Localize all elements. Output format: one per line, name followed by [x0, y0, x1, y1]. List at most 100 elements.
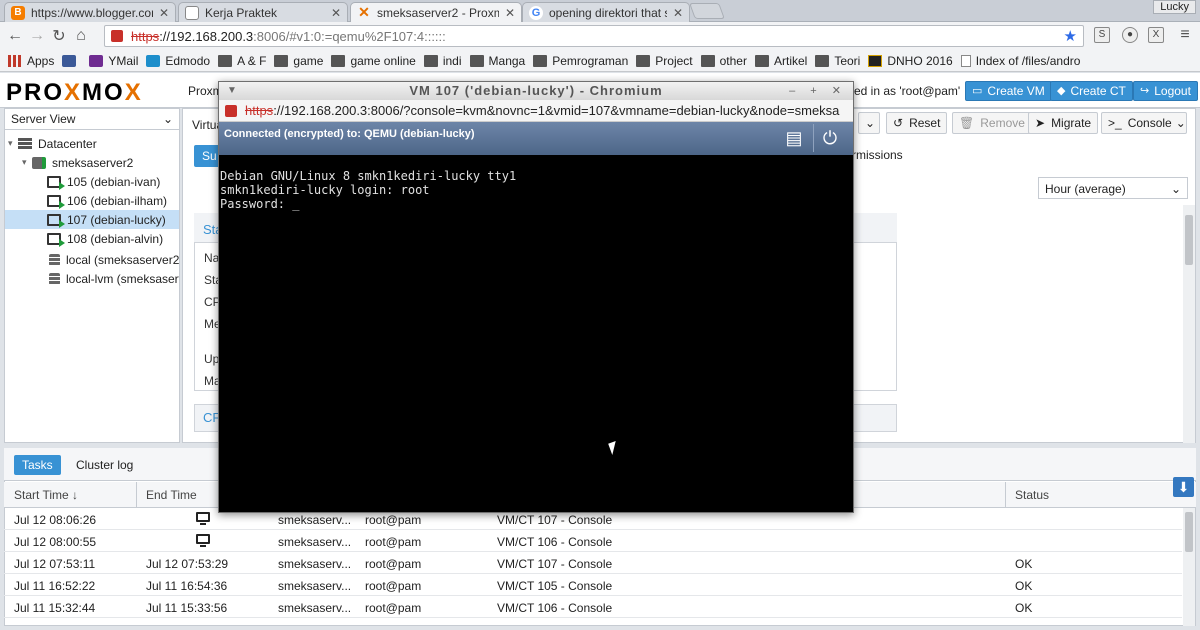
arrow-down-icon: ⬇: [1177, 479, 1190, 495]
scrollbar-thumb[interactable]: [1185, 512, 1193, 552]
chevron-down-icon: ⌄: [1175, 116, 1186, 130]
tab-title: opening direktori that sh: [549, 5, 667, 20]
table-row[interactable]: Jul 11 15:32:44 Jul 11 15:33:56 smeksaserv…: [4, 596, 1182, 618]
terminal-line: Password: _: [220, 197, 300, 211]
console-window[interactable]: VM 107 ('debian-lucky') - Chromium ▼ – +…: [218, 81, 854, 513]
folder-icon: [533, 54, 548, 67]
terminal-icon: >_: [1108, 116, 1122, 130]
content-scrollbar[interactable]: [1183, 205, 1195, 443]
bookmark-dnho[interactable]: DNHO 2016: [868, 54, 953, 68]
bookmark-folder[interactable]: Artikel: [754, 54, 807, 68]
tree-item-node[interactable]: ▾ smeksaserver2: [22, 153, 178, 172]
logo-x: X: [124, 79, 143, 106]
create-ct-button[interactable]: ◆ Create CT: [1050, 81, 1133, 101]
profile-button[interactable]: Lucky: [1153, 0, 1196, 14]
reload-icon[interactable]: ↻: [48, 26, 70, 46]
chevron-down-icon: ⌄: [865, 116, 876, 130]
column-status[interactable]: Status: [1015, 488, 1049, 502]
tree-item-vm[interactable]: 106 (debian-ilham): [5, 191, 179, 210]
extension-icon[interactable]: ●: [1122, 27, 1138, 43]
logout-button[interactable]: ↪ Logout: [1133, 81, 1198, 101]
bookmark-folder[interactable]: indi: [423, 54, 462, 68]
cell-node: smeksaserv...: [278, 513, 352, 527]
extension-icon[interactable]: X: [1148, 27, 1164, 43]
bookmark-ymail[interactable]: YMail: [89, 54, 138, 68]
view-selector[interactable]: Server View ⌄: [5, 109, 179, 130]
home-icon[interactable]: ⌂: [70, 27, 92, 45]
scrollbar-thumb[interactable]: [1185, 215, 1193, 265]
close-icon[interactable]: ✕: [331, 6, 341, 20]
url-host: ://192.168.200.3: [159, 28, 254, 44]
bookmark-facebook[interactable]: [62, 54, 81, 67]
chevron-down-icon: ⌄: [1170, 182, 1181, 196]
bookmark-folder[interactable]: game online: [331, 54, 416, 68]
bookmark-edmodo[interactable]: Edmodo: [146, 54, 210, 68]
close-icon[interactable]: ✕: [673, 6, 683, 20]
window-controls[interactable]: – + ✕: [789, 82, 847, 100]
storage-icon: [49, 272, 60, 285]
tab-cluster-log[interactable]: Cluster log: [68, 455, 141, 475]
cell-user: root@pam: [365, 557, 422, 571]
bookmark-folder[interactable]: other: [700, 54, 747, 68]
tab-tasks[interactable]: Tasks: [14, 455, 61, 475]
extension-icon[interactable]: S: [1094, 27, 1110, 43]
browser-tab[interactable]: G opening direktori that sh ✕: [522, 2, 690, 22]
bookmark-star-icon[interactable]: ★: [1064, 27, 1077, 45]
back-icon[interactable]: ←: [4, 27, 26, 45]
bookmark-folder[interactable]: Teori: [815, 54, 860, 68]
folder-icon: [423, 54, 438, 67]
console-window-title: VM 107 ('debian-lucky') - Chromium: [219, 82, 853, 100]
tree-item-datacenter[interactable]: ▾ Datacenter: [8, 134, 178, 153]
tree-item-storage[interactable]: local-lvm (smeksaserv: [5, 269, 179, 288]
logged-in-user: ed in as 'root@pam': [854, 84, 961, 98]
tree-item-vm-selected[interactable]: 107 (debian-lucky): [5, 210, 179, 229]
new-tab-button[interactable]: [689, 3, 725, 19]
column-start-time[interactable]: Start Time ↓: [14, 488, 78, 502]
folder-icon: [218, 54, 233, 67]
cell-description: VM/CT 105 - Console: [497, 579, 613, 593]
bookmark-folder[interactable]: Manga: [469, 54, 525, 68]
remove-button[interactable]: 🗑 Remove: [952, 112, 1032, 134]
migrate-button[interactable]: ➤ Migrate: [1028, 112, 1099, 134]
tree-item-storage[interactable]: local (smeksaserver2): [5, 250, 179, 269]
reset-button[interactable]: ↺ Reset: [886, 112, 948, 134]
tree-label: 107 (debian-lucky): [67, 212, 166, 227]
column-end-time[interactable]: End Time: [146, 488, 197, 502]
bookmark-label: A & F: [237, 53, 267, 68]
address-bar[interactable]: https://192.168.200.3:8006/#v1:0:=qemu%2…: [104, 25, 1084, 47]
forward-icon[interactable]: →: [26, 27, 48, 45]
collapse-panel-button[interactable]: ⬇: [1173, 477, 1194, 497]
tree-item-vm[interactable]: 108 (debian-alvin): [5, 229, 179, 248]
bookmark-folder[interactable]: A & F: [218, 54, 266, 68]
cell-start-time: Jul 12 07:53:11: [14, 557, 96, 571]
console-button[interactable]: >_ Console ⌄: [1101, 112, 1187, 134]
table-row[interactable]: Jul 11 16:52:22 Jul 11 16:54:36 smeksaserv…: [4, 574, 1182, 596]
table-row[interactable]: Jul 12 08:00:55 smeksaserv... root@pam VM/C…: [4, 530, 1182, 552]
table-row[interactable]: Jul 12 07:53:11 Jul 12 07:53:29 smeksaserv…: [4, 552, 1182, 574]
menu-icon[interactable]: ≡: [1174, 26, 1196, 44]
close-icon[interactable]: ✕: [159, 6, 169, 20]
window-menu-icon[interactable]: ▼: [227, 82, 237, 100]
bookmark-folder[interactable]: Pemrograman: [533, 54, 628, 68]
tab-permissions[interactable]: rmissions: [852, 148, 903, 162]
bookmark-folder[interactable]: game: [274, 54, 323, 68]
terminal-screen[interactable]: Debian GNU/Linux 8 smkn1kediri-lucky tty…: [219, 155, 853, 509]
bookmark-folder[interactable]: Project: [636, 54, 693, 68]
ymail-icon: [89, 54, 104, 67]
browser-tab[interactable]: B https://www.blogger.com ✕: [4, 2, 176, 22]
close-icon[interactable]: ✕: [505, 6, 515, 20]
send-keys-icon[interactable]: ▤: [781, 125, 807, 151]
bookmark-index[interactable]: Index of /files/andro: [960, 54, 1080, 68]
console-address-bar[interactable]: https://192.168.200.3:8006/?console=kvm&…: [219, 100, 853, 122]
browser-tab[interactable]: Kerja Praktek ✕: [178, 2, 348, 22]
tasks-scrollbar[interactable]: [1183, 508, 1195, 626]
folder-icon: [469, 54, 484, 67]
dropdown-trigger[interactable]: ⌄: [858, 112, 880, 134]
power-icon[interactable]: ⏻: [817, 125, 843, 151]
bookmark-apps[interactable]: Apps: [8, 54, 54, 68]
cell-node: smeksaserv...: [278, 601, 352, 615]
timeframe-selector[interactable]: Hour (average) ⌄: [1038, 177, 1188, 199]
tree-item-vm[interactable]: 105 (debian-ivan): [5, 172, 179, 191]
create-vm-button[interactable]: ▭ Create VM: [965, 81, 1052, 101]
browser-tab-active[interactable]: ✕ smeksaserver2 - Proxm ✕: [350, 2, 522, 22]
